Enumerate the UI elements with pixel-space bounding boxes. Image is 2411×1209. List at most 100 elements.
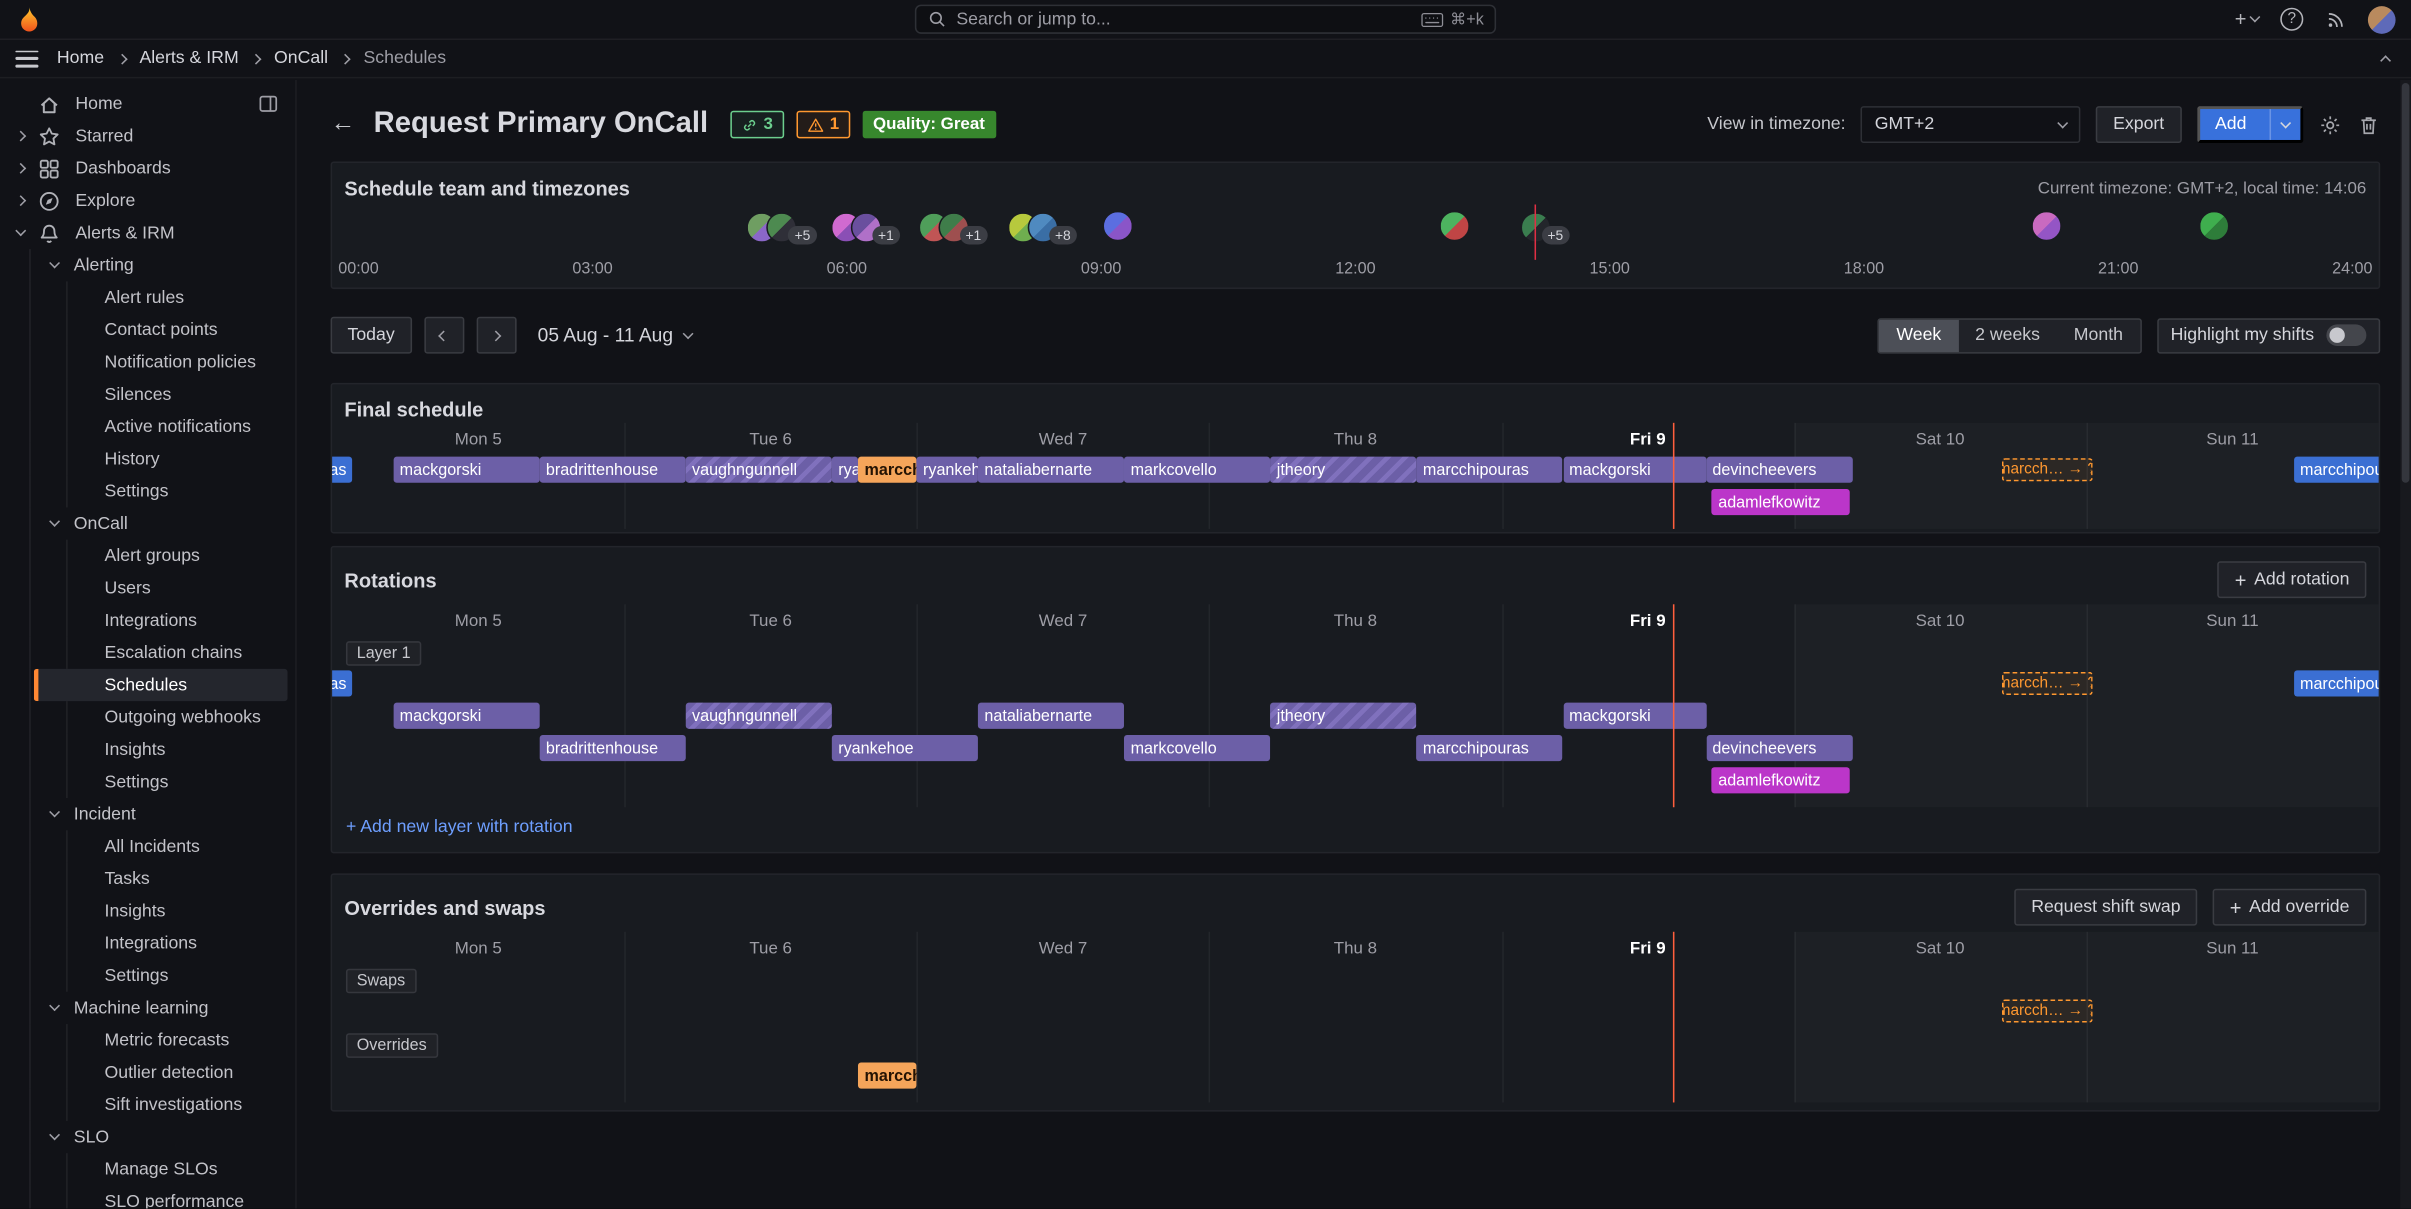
chevron-down-icon[interactable]	[48, 1129, 59, 1140]
sidebar-item-metric-forecasts[interactable]: Metric forecasts	[0, 1024, 295, 1056]
oncall-user-avatar-group[interactable]: +8	[1007, 211, 1077, 245]
shift-bar[interactable]: bradrittenhouse	[540, 457, 686, 483]
export-button[interactable]: Export	[2096, 106, 2181, 143]
new-menu-button[interactable]: +	[2235, 9, 2259, 29]
sidebar-item-tasks[interactable]: Tasks	[0, 863, 295, 895]
sidebar-item-machine-learning[interactable]: Machine learning	[0, 992, 295, 1024]
sidebar-item-notification-policies[interactable]: Notification policies	[0, 346, 295, 378]
add-rotation-button[interactable]: + Add rotation	[2218, 561, 2367, 598]
sidebar-item-alerts-irm[interactable]: Alerts & IRM	[0, 217, 295, 249]
delete-trash-icon[interactable]	[2357, 113, 2380, 136]
chevron-down-icon[interactable]	[48, 516, 59, 527]
sidebar-item-outlier-detection[interactable]: Outlier detection	[0, 1056, 295, 1088]
sidebar-item-manage-slos[interactable]: Manage SLOs	[0, 1153, 295, 1185]
today-button[interactable]: Today	[331, 317, 412, 354]
user-avatar[interactable]	[2368, 5, 2396, 33]
shift-bar[interactable]: marcchipouras	[1417, 735, 1563, 761]
sidebar-item-alerting[interactable]: Alerting	[0, 249, 295, 281]
shift-bar[interactable]: marcchipouras	[332, 457, 352, 483]
sidebar-item-schedules[interactable]: Schedules	[0, 669, 295, 701]
shift-bar[interactable]: vaughngunnell	[686, 703, 832, 729]
chevron-down-icon[interactable]	[48, 1000, 59, 1011]
sidebar-item-dashboards[interactable]: Dashboards	[0, 152, 295, 184]
shift-bar[interactable]: ryankehoe	[832, 735, 978, 761]
shift-bar[interactable]: marcchipouras	[1417, 457, 1563, 483]
shift-bar[interactable]: bradrittenhouse	[540, 735, 686, 761]
sidebar-item-starred[interactable]: Starred	[0, 120, 295, 152]
sidebar-item-alert-groups[interactable]: Alert groups	[0, 540, 295, 572]
chevron-down-icon[interactable]	[48, 258, 59, 269]
sidebar-item-alert-rules[interactable]: Alert rules	[0, 281, 295, 313]
sidebar-item-slo[interactable]: SLO	[0, 1121, 295, 1153]
sidebar-item-users[interactable]: Users	[0, 572, 295, 604]
sidebar-item-settings[interactable]: Settings	[0, 766, 295, 798]
swap-request-badge[interactable]: marcch… → ?	[2001, 458, 2092, 481]
sidebar-item-insights[interactable]: Insights	[0, 895, 295, 927]
search-input[interactable]: Search or jump to... ⌘+k	[915, 5, 1496, 34]
breadcrumb-item-oncall[interactable]: OnCall	[274, 49, 328, 67]
shift-bar[interactable]: vaughngunnell	[686, 457, 832, 483]
shift-bar[interactable]: mackgorski	[1563, 457, 1706, 483]
shift-bar[interactable]: devincheevers	[1706, 735, 1852, 761]
swap-request-badge[interactable]: marcch… → ?	[2001, 672, 2092, 695]
swap-request-badge[interactable]: marcch… → ?	[2001, 999, 2092, 1022]
oncall-user-avatar-group[interactable]: +1	[918, 211, 988, 245]
shift-bar[interactable]: adamlefkowitz	[1712, 489, 1849, 515]
sidebar-item-settings[interactable]: Settings	[0, 959, 295, 991]
shift-bar[interactable]: mackgorski	[1563, 703, 1706, 729]
shift-bar[interactable]: nataliabernarte	[978, 703, 1124, 729]
page-scrollbar[interactable]	[2400, 80, 2411, 1209]
shift-bar[interactable]: mackgorski	[394, 457, 540, 483]
sidebar-item-insights[interactable]: Insights	[0, 733, 295, 765]
add-layer-link[interactable]: + Add new layer with rotation	[332, 807, 2379, 852]
sidebar-item-history[interactable]: History	[0, 443, 295, 475]
shift-bar[interactable]: markcovello	[1124, 735, 1270, 761]
shift-bar[interactable]: marcchipouras	[2294, 457, 2379, 483]
settings-gear-icon[interactable]	[2319, 113, 2342, 136]
menu-toggle-icon[interactable]	[15, 50, 38, 67]
sidebar-item-all-incidents[interactable]: All Incidents	[0, 830, 295, 862]
chevron-right-icon[interactable]	[15, 163, 26, 174]
chevron-right-icon[interactable]	[15, 131, 26, 142]
shift-bar[interactable]: marcchipouras	[2294, 670, 2379, 696]
back-button[interactable]: ←	[331, 112, 356, 137]
sidebar-item-sift-investigations[interactable]: Sift investigations	[0, 1089, 295, 1121]
shift-bar[interactable]: ryankehoe	[832, 457, 858, 483]
shift-bar[interactable]: nataliabernarte	[978, 457, 1124, 483]
sidebar-item-home[interactable]: Home	[0, 88, 295, 120]
oncall-user-avatar-group[interactable]: +5	[747, 211, 817, 245]
shift-bar[interactable]: markcovello	[1124, 457, 1270, 483]
shift-bar[interactable]: jtheory	[1271, 457, 1417, 483]
sidebar-item-slo-performance[interactable]: SLO performance	[0, 1185, 295, 1208]
oncall-user-avatar-group[interactable]	[2032, 211, 2063, 242]
breadcrumb-item-alerts-irm[interactable]: Alerts & IRM	[139, 49, 238, 67]
sidebar-item-incident[interactable]: Incident	[0, 798, 295, 830]
sidebar-item-integrations[interactable]: Integrations	[0, 604, 295, 636]
next-week-button[interactable]	[476, 317, 516, 354]
shift-bar[interactable]: jtheory	[1271, 703, 1417, 729]
oncall-user-avatar-group[interactable]: +5	[1520, 211, 1570, 245]
sidebar-item-contact-points[interactable]: Contact points	[0, 314, 295, 346]
add-dropdown-icon[interactable]	[2269, 109, 2300, 140]
shift-bar[interactable]: mackgorski	[394, 703, 540, 729]
shift-bar[interactable]: devincheevers	[1706, 457, 1852, 483]
collapse-topbar-icon[interactable]	[2376, 38, 2396, 78]
sidebar-item-settings[interactable]: Settings	[0, 475, 295, 507]
add-override-button[interactable]: + Add override	[2213, 889, 2366, 926]
shift-bar[interactable]: marcchipouras	[858, 457, 916, 483]
oncall-user-avatar-group[interactable]: +1	[830, 211, 900, 245]
chevron-down-icon[interactable]	[15, 225, 26, 236]
highlight-my-shifts-toggle[interactable]	[2326, 324, 2366, 346]
date-range-dropdown[interactable]: 05 Aug - 11 Aug	[538, 324, 692, 346]
warnings-badge[interactable]: 1	[796, 111, 850, 139]
sidebar-item-silences[interactable]: Silences	[0, 378, 295, 410]
dock-menu-icon[interactable]	[257, 92, 280, 115]
shift-bar[interactable]: marcchipouras	[332, 670, 352, 696]
breadcrumb-item-schedules[interactable]: Schedules	[363, 49, 446, 67]
sidebar-item-oncall[interactable]: OnCall	[0, 507, 295, 539]
chevron-down-icon[interactable]	[48, 807, 59, 818]
shift-bar[interactable]: marcchipouras	[858, 1062, 916, 1088]
breadcrumb-item-home[interactable]: Home	[57, 49, 104, 67]
sidebar-item-active-notifications[interactable]: Active notifications	[0, 411, 295, 443]
view-option-week[interactable]: Week	[1879, 319, 1958, 351]
